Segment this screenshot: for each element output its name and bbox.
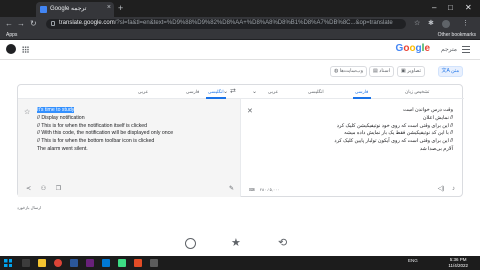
close-window-button[interactable]: ✕ [465, 3, 472, 13]
search-taskbar-icon[interactable] [22, 259, 30, 267]
output-line: // Display notification [37, 114, 85, 121]
source-text-area[interactable]: وقت درس خواندن است // نمایش اعلان // این… [273, 107, 453, 154]
output-line: // With this code, the notification will… [37, 130, 174, 137]
mode-websites-button[interactable]: ◍ وب‌سایت‌ها [329, 66, 367, 77]
char-count: ۲۸۰ / ۵,۰۰۰ [259, 187, 280, 192]
target-lang-arabic[interactable]: عربی [138, 89, 148, 95]
bookmark-apps[interactable]: Apps [6, 32, 17, 38]
rate-translation-icon[interactable]: ⚇ [41, 186, 46, 192]
app-taskbar-icon[interactable] [150, 259, 158, 267]
output-toolbar: ≺ ⚇ ❐ [26, 185, 69, 192]
profile-avatar-icon[interactable] [442, 20, 450, 28]
minimize-button[interactable]: – [432, 3, 436, 13]
copy-icon[interactable]: ❐ [56, 186, 61, 192]
browser-menu-icon[interactable]: ⋮ [462, 19, 469, 29]
system-clock[interactable]: 5:36 PM 11/4/2022 [448, 257, 468, 268]
selected-text: It's time to study [37, 107, 75, 113]
language-indicator[interactable]: ENG [408, 258, 418, 263]
translation-output-pane: ☆ It's time to study // Display notifica… [18, 99, 240, 197]
clear-text-icon[interactable]: ✕ [247, 107, 253, 115]
new-tab-button[interactable]: + [118, 3, 123, 13]
bookmark-star-icon[interactable]: ☆ [414, 19, 420, 29]
translation-output-text[interactable]: It's time to study // Display notificati… [37, 107, 237, 154]
source-lang-arabic[interactable]: عربی [268, 89, 278, 95]
input-line: // نمایش اعلان [422, 114, 453, 121]
apps-grid-icon[interactable] [22, 46, 29, 53]
source-lang-dropdown-icon[interactable]: ⌄ [252, 88, 257, 95]
word-taskbar-icon[interactable] [70, 259, 78, 267]
android-studio-icon[interactable] [118, 259, 126, 267]
translate-card: عربی فارسی انگلیسی ⌄ ⇄ ⌄ عربی انگلیسی فا… [17, 84, 464, 197]
detect-language-tab[interactable]: تشخیص زبان [405, 89, 429, 95]
browser-tab[interactable]: Google ترجمه × [36, 2, 114, 17]
lock-icon [51, 21, 55, 26]
tab-title: Google ترجمه [50, 6, 87, 12]
reload-icon[interactable]: ↻ [30, 19, 37, 29]
account-avatar[interactable] [6, 44, 16, 54]
send-feedback-link[interactable]: ارسال بازخورد [17, 205, 41, 210]
feedback-pencil-icon[interactable]: ✎ [229, 185, 234, 192]
target-lang-dropdown-icon[interactable]: ⌄ [223, 88, 228, 95]
clock-time: 5:36 PM [449, 257, 467, 262]
share-icon[interactable]: ≺ [26, 186, 31, 192]
app-taskbar-icon[interactable] [134, 259, 142, 267]
main-menu-icon[interactable] [462, 46, 470, 53]
back-icon[interactable]: ← [5, 19, 13, 29]
output-line: // This is for when the notification its… [37, 122, 148, 129]
extensions-icon[interactable]: ✱ [428, 19, 434, 29]
chrome-taskbar-icon[interactable] [54, 259, 62, 267]
target-lang-persian[interactable]: فارسی [186, 89, 199, 95]
input-line: // این برای وقتی است که روی آیکون تولبار… [334, 138, 453, 145]
listen-icon[interactable]: ◁) [438, 186, 445, 192]
keyboard-icon[interactable]: ⌨ [249, 187, 255, 192]
microphone-icon[interactable]: ♪ [452, 186, 455, 192]
source-lang-persian[interactable]: فارسی [355, 89, 368, 95]
bookmarks-bar: Apps Other bookmarks [0, 31, 480, 40]
address-bar-row: ← → ↻ translate.google.com/?sl=fa&tl=en&… [0, 17, 480, 31]
saved-star-icon[interactable]: ★ [231, 237, 241, 249]
url-text: translate.google.com/?sl=fa&tl=en&text=%… [59, 20, 393, 26]
target-lang-english[interactable]: انگلیسی [208, 89, 224, 95]
windows-start-icon[interactable] [4, 259, 12, 267]
input-line: وقت درس خواندن است [403, 107, 453, 113]
input-toolbar-left: ⌨ ۲۸۰ / ۵,۰۰۰ [249, 187, 283, 192]
browser-tab-bar: Google ترجمه × + – □ ✕ [0, 0, 480, 17]
os-taskbar: ENG 5:36 PM 11/4/2022 [0, 256, 480, 270]
output-line: The alarm went silent. [37, 145, 88, 152]
mode-documents-button[interactable]: ▤ اسناد [369, 66, 394, 77]
maximize-button[interactable]: □ [448, 3, 453, 13]
input-toolbar: ◁) ♪ [432, 185, 455, 192]
history-icon[interactable]: ⟲ [278, 237, 287, 249]
save-translation-star-icon[interactable]: ☆ [24, 108, 30, 116]
output-line: // This is for when the bottom toolbar i… [37, 138, 155, 145]
source-lang-english[interactable]: انگلیسی [308, 89, 324, 95]
source-input-pane[interactable]: ✕ وقت درس خواندن است // نمایش اعلان // ا… [241, 99, 463, 197]
edge-taskbar-icon[interactable] [102, 259, 110, 267]
mode-text-button[interactable]: 文A متن [437, 66, 463, 77]
url-input[interactable]: translate.google.com/?sl=fa&tl=en&text=%… [46, 19, 406, 29]
google-logo[interactable]: Google [396, 43, 430, 54]
language-bar: عربی فارسی انگلیسی ⌄ ⇄ ⌄ عربی انگلیسی فا… [18, 85, 464, 99]
forward-icon[interactable]: → [17, 19, 25, 29]
google-translate-favicon-icon [40, 6, 47, 13]
clock-date: 11/4/2022 [448, 262, 468, 268]
visual-studio-icon[interactable] [86, 259, 94, 267]
bookmark-other[interactable]: Other bookmarks [438, 32, 476, 38]
mode-images-button[interactable]: ▣ تصاویر [397, 66, 425, 77]
translate-header: مترجم Google [0, 40, 480, 60]
input-line: // این برای وقتی است که روی خود نوتیفیکی… [336, 122, 453, 129]
tab-close-icon[interactable]: × [107, 4, 111, 11]
swap-languages-icon[interactable]: ⇄ [230, 88, 236, 96]
contribute-icon[interactable] [185, 238, 196, 249]
input-line: آلارم بی‌صدا شد [419, 145, 453, 152]
file-explorer-icon[interactable] [38, 259, 46, 267]
bottom-nav: ★ ⟲ [0, 235, 480, 255]
translate-label: مترجم [440, 47, 457, 53]
